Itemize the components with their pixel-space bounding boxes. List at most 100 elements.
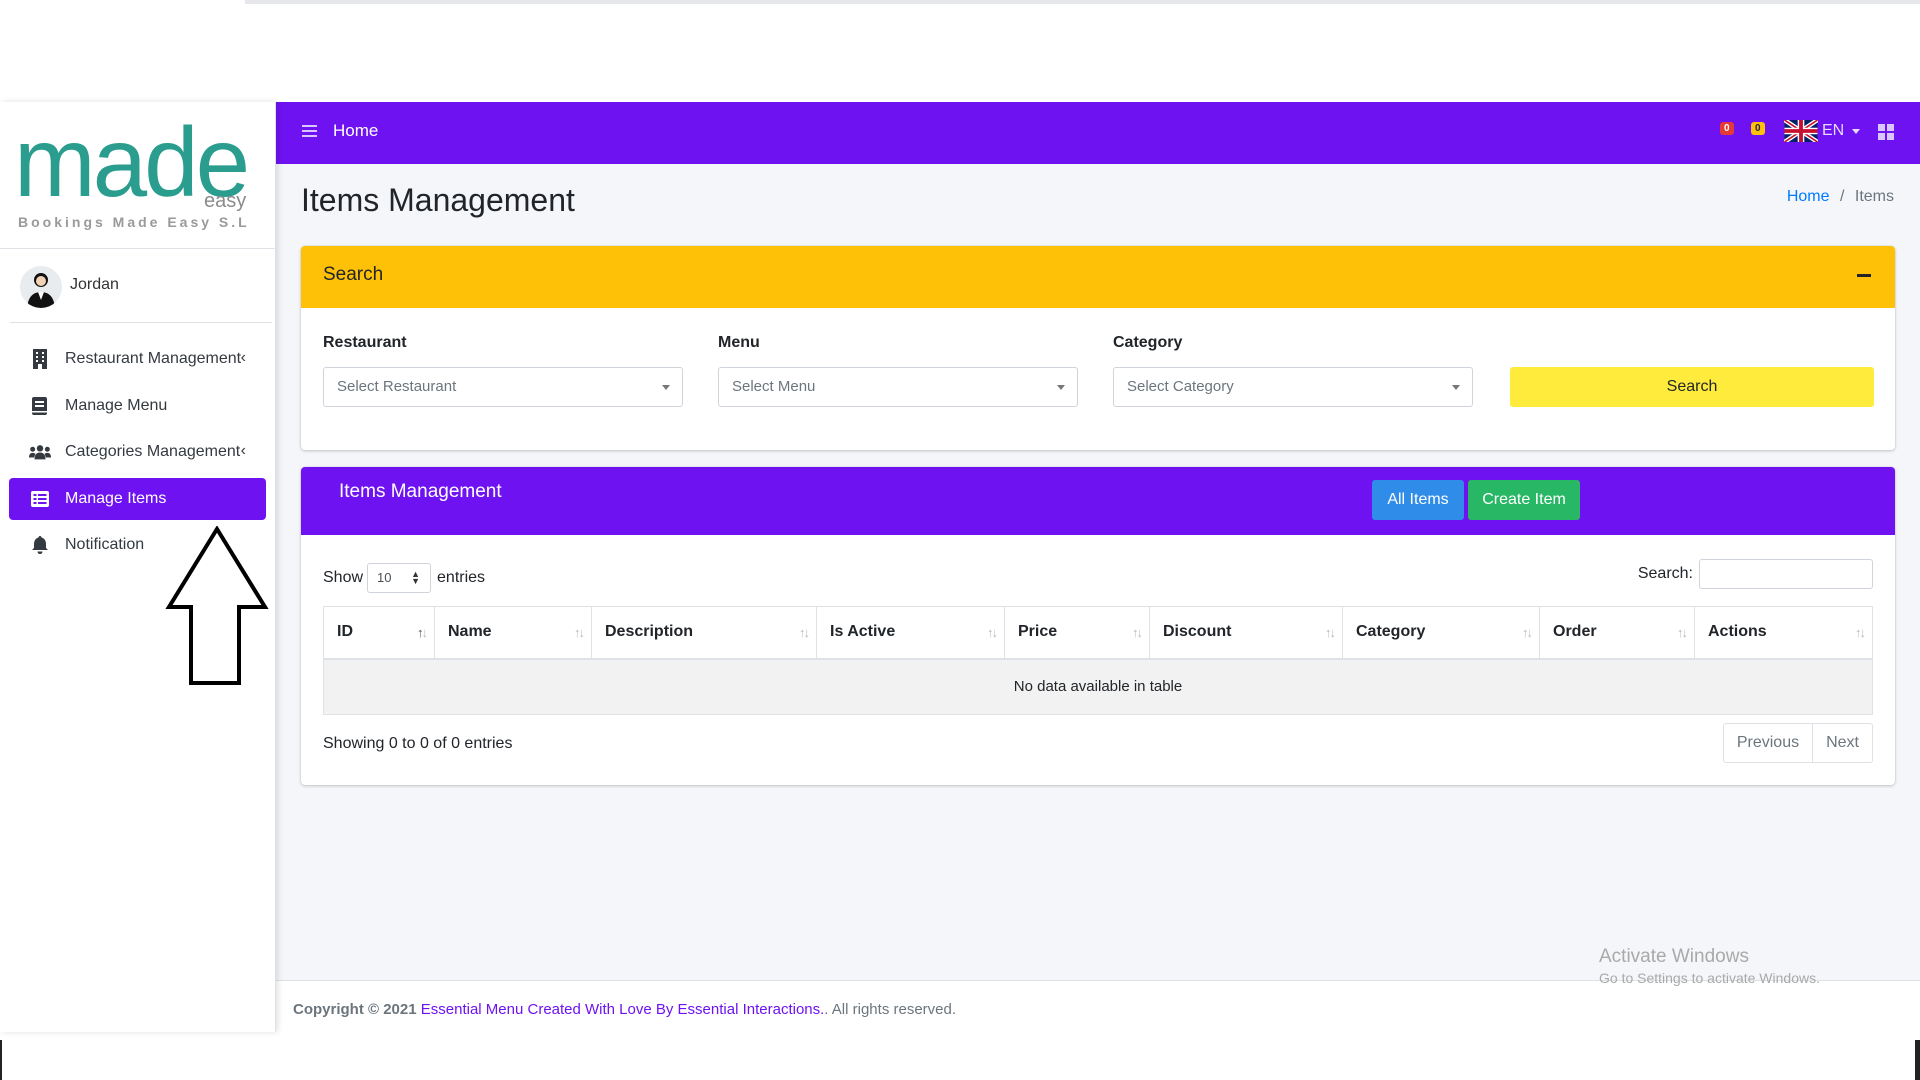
users-icon — [29, 441, 51, 463]
items-card: Items Management All Items Create Item S… — [301, 467, 1895, 785]
bottom-blank-area — [0, 1032, 1920, 1080]
brand-logo-sub: easy — [204, 190, 247, 212]
chevron-left-icon: ‹ — [240, 442, 246, 459]
breadcrumb-current: Items — [1854, 188, 1894, 205]
page-length-value: 10 — [377, 570, 392, 585]
sort-icon: ↑↓ — [799, 625, 810, 640]
sidebar-item-label: Manage Items — [65, 489, 167, 507]
column-label: Is Active — [830, 623, 896, 641]
items-card-header: Items Management All Items Create Item — [301, 467, 1895, 535]
table-search-input[interactable] — [1699, 559, 1873, 589]
menu-label: Menu — [718, 334, 760, 351]
column-header-description[interactable]: Description ↑↓ — [591, 606, 817, 660]
watermark-line-1: Activate Windows — [1599, 946, 1749, 967]
table-info: Showing 0 to 0 of 0 entries — [323, 735, 513, 752]
restaurant-label: Restaurant — [323, 334, 407, 351]
search-button[interactable]: Search — [1510, 367, 1874, 407]
column-label: ID — [337, 623, 353, 641]
breadcrumb: Home / Items — [1787, 188, 1894, 206]
blank-band — [0, 4, 1920, 102]
footer-rights: . All rights reserved. — [824, 1001, 957, 1018]
sidebar-item-label: Notification — [65, 536, 145, 553]
caret-down-icon — [1057, 385, 1065, 390]
table-search: Search: — [1638, 559, 1873, 589]
notifications-badge: 0 — [1751, 122, 1765, 135]
column-header-category[interactable]: Category ↑↓ — [1342, 606, 1540, 660]
up-arrow-annotation-icon — [165, 525, 269, 691]
user-avatar-icon — [20, 266, 62, 308]
menu-select[interactable]: Select Menu — [718, 367, 1078, 407]
column-header-is-active[interactable]: Is Active ↑↓ — [816, 606, 1005, 660]
sort-icon: ↑↓ — [1677, 625, 1688, 640]
column-label: Discount — [1163, 623, 1232, 641]
caret-down-icon — [1452, 385, 1460, 390]
page-length-select[interactable]: 10 ▲ ▼ — [367, 563, 432, 593]
user-name[interactable]: Jordan — [70, 276, 119, 294]
column-header-id[interactable]: ID ↑↓ — [323, 606, 435, 660]
footer: Copyright © 2021 Essential Menu Created … — [276, 980, 1920, 1033]
brand-logo-area[interactable]: made easy Bookings Made Easy S.L — [0, 102, 275, 249]
sort-icon: ↑↓ — [1522, 625, 1533, 640]
sidebar-item-label: Manage Menu — [65, 396, 168, 414]
table-row: No data available in table — [323, 658, 1873, 715]
breadcrumb-home-link[interactable]: Home — [1787, 188, 1830, 205]
messages-badge: 0 — [1720, 122, 1734, 135]
breadcrumb-separator: / — [1839, 188, 1845, 205]
pagination: Previous Next — [1722, 723, 1873, 763]
previous-page-button[interactable]: Previous — [1722, 723, 1814, 763]
search-card-header: Search — [301, 246, 1895, 308]
sort-icon: ↑↓ — [1132, 625, 1143, 640]
items-card-title: Items Management — [339, 481, 502, 502]
items-table: ID ↑↓ Name ↑↓ Description ↑↓ Is Active ↑↓ Pr… — [323, 606, 1873, 715]
table-search-label: Search: — [1637, 565, 1693, 582]
footer-link[interactable]: Essential Menu Created With Love By Esse… — [421, 1001, 825, 1018]
empty-table-message: No data available in table — [323, 658, 1873, 715]
windows-activation-watermark: Activate Windows Go to Settings to activ… — [1599, 946, 1820, 986]
footer-copyright: Copyright © 2021 — [293, 1001, 417, 1018]
page-length-control: Show 10 ▲ ▼ entries — [323, 563, 485, 593]
sidebar-item-manage-menu[interactable]: Manage Menu — [9, 385, 266, 427]
right-edge-mark — [1915, 1040, 1920, 1080]
language-code: EN — [1822, 122, 1845, 139]
caret-down-icon — [1852, 128, 1861, 134]
sidebar-item-restaurant-management[interactable]: Restaurant Management ‹ — [9, 338, 266, 380]
category-select[interactable]: Select Category — [1113, 367, 1473, 407]
list-icon — [29, 488, 51, 510]
column-header-discount[interactable]: Discount ↑↓ — [1149, 606, 1343, 660]
sort-icon: ↑↓ — [987, 625, 998, 640]
hamburger-menu-icon[interactable] — [302, 124, 317, 143]
column-label: Price — [1018, 623, 1058, 641]
category-select-placeholder: Select Category — [1127, 378, 1234, 395]
search-card: Search Restaurant Select Restaurant Menu… — [301, 246, 1895, 450]
book-icon — [29, 395, 51, 417]
apps-grid-icon[interactable] — [1878, 124, 1894, 145]
user-panel[interactable]: Jordan — [0, 262, 275, 316]
column-header-price[interactable]: Price ↑↓ — [1004, 606, 1150, 660]
column-header-actions[interactable]: Actions ↑↓ — [1694, 606, 1873, 660]
sidebar-item-manage-items[interactable]: Manage Items — [9, 477, 266, 520]
sidebar-divider — [10, 322, 272, 323]
avatar — [20, 266, 62, 308]
sort-icon: ↑↓ — [1855, 625, 1866, 640]
collapse-minus-icon[interactable] — [1857, 274, 1871, 277]
create-item-button[interactable]: Create Item — [1468, 480, 1580, 520]
page-title: Items Management — [301, 182, 575, 218]
category-label: Category — [1113, 334, 1183, 351]
top-navbar: Home 0 0 EN — [276, 102, 1920, 164]
chevron-left-icon: ‹ — [240, 349, 246, 366]
next-page-button[interactable]: Next — [1813, 723, 1873, 763]
all-items-button[interactable]: All Items — [1372, 480, 1464, 520]
column-label: Actions — [1708, 623, 1767, 641]
language-selector[interactable]: EN — [1784, 120, 1861, 142]
sidebar-item-categories-management[interactable]: Categories Management ‹ — [9, 431, 266, 473]
bell-icon — [29, 534, 51, 556]
restaurant-select[interactable]: Select Restaurant — [323, 367, 683, 407]
sidebar-item-label: Restaurant Management — [65, 350, 242, 367]
navbar-home-link[interactable]: Home — [333, 121, 378, 141]
search-card-title: Search — [323, 264, 384, 285]
column-header-order[interactable]: Order ↑↓ — [1539, 606, 1695, 660]
messages-icon[interactable]: 0 — [1718, 120, 1734, 147]
sort-icon: ↑↓ — [574, 625, 585, 640]
column-header-name[interactable]: Name ↑↓ — [434, 606, 592, 660]
column-label: Order — [1553, 623, 1597, 641]
